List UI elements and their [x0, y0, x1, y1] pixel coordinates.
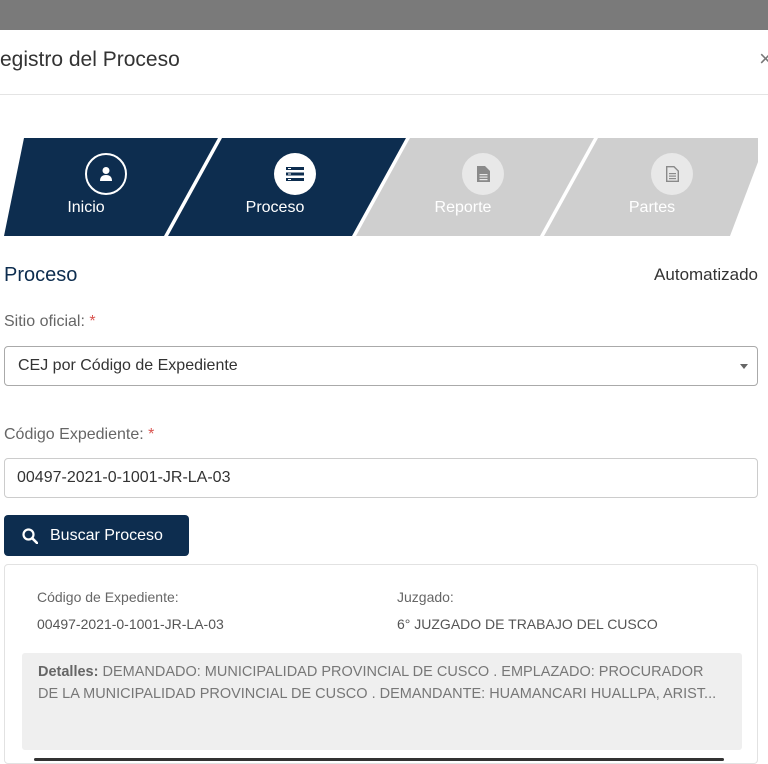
- modal-title: egistro del Proceso: [0, 48, 180, 71]
- details-label: Detalles:: [38, 664, 99, 680]
- result-codigo-value: 00497-2021-0-1001-JR-LA-03: [37, 616, 224, 632]
- required-mark: *: [89, 313, 96, 330]
- search-icon: [22, 527, 38, 544]
- step-label-proceso: Proceso: [245, 199, 305, 216]
- modal-header: egistro del Proceso ×: [0, 30, 768, 95]
- result-details: Detalles: DEMANDADO: MUNICIPALIDAD PROVI…: [22, 653, 742, 750]
- result-codigo-label: Código de Expediente:: [37, 589, 179, 605]
- result-juzgado-value: 6° JUZGADO DE TRABAJO DEL CUSCO: [397, 616, 658, 632]
- list-icon: [274, 153, 316, 195]
- result-card: Código de Expediente: 00497-2021-0-1001-…: [4, 564, 758, 764]
- sitio-select-value: CEJ por Código de Expediente: [18, 357, 238, 374]
- codigo-input[interactable]: [4, 458, 758, 498]
- sitio-select[interactable]: CEJ por Código de Expediente: [4, 346, 758, 386]
- required-mark: *: [148, 426, 155, 443]
- codigo-label-text: Código Expediente:: [4, 426, 144, 443]
- wizard-steps: Inicio Proceso Reporte Partes: [0, 138, 768, 236]
- chevron-down-icon: [740, 364, 748, 369]
- section-title: Proceso: [4, 264, 78, 286]
- overlay-backdrop: [0, 0, 768, 30]
- user-icon: [85, 153, 127, 195]
- codigo-label: Código Expediente: *: [4, 426, 154, 444]
- sitio-label-text: Sitio oficial:: [4, 313, 85, 330]
- step-label-reporte: Reporte: [434, 199, 492, 216]
- step-label-inicio: Inicio: [67, 199, 105, 216]
- details-text: DEMANDADO: MUNICIPALIDAD PROVINCIAL DE C…: [38, 664, 717, 702]
- sitio-label: Sitio oficial: *: [4, 313, 96, 331]
- document-lines-icon: [651, 153, 693, 195]
- document-icon: [462, 153, 504, 195]
- search-button[interactable]: Buscar Proceso: [4, 515, 189, 556]
- close-icon[interactable]: ×: [759, 46, 768, 72]
- mode-label: Automatizado: [654, 265, 758, 284]
- step-label-partes: Partes: [628, 199, 676, 216]
- result-juzgado-label: Juzgado:: [397, 589, 454, 605]
- search-button-label: Buscar Proceso: [50, 526, 163, 544]
